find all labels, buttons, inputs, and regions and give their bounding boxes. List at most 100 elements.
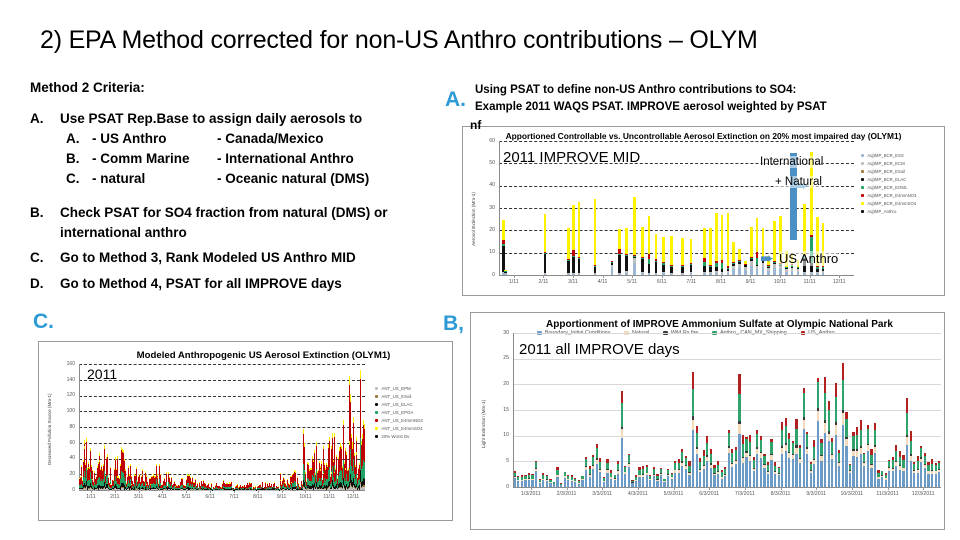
bar-segment xyxy=(930,473,934,487)
bar-segment xyxy=(902,471,905,487)
bar-segment xyxy=(777,475,780,487)
bar xyxy=(656,474,659,487)
y-axis-label: Aerosol Extinction (Mm-1) xyxy=(471,192,476,246)
bar xyxy=(574,478,577,487)
bar-segment xyxy=(501,220,505,241)
bar xyxy=(703,227,706,275)
bar-segment xyxy=(791,442,795,454)
bar-segment xyxy=(543,273,547,275)
bar-segment xyxy=(577,259,581,273)
legend-swatch xyxy=(861,177,865,182)
bar-segment xyxy=(625,272,629,275)
bar-segment xyxy=(333,437,335,466)
bar xyxy=(759,436,762,487)
bar xyxy=(709,448,712,487)
annotation-a-overflow: nf xyxy=(470,118,482,132)
bar xyxy=(674,461,677,487)
bar-segment xyxy=(732,269,736,275)
bar xyxy=(802,387,805,487)
bar xyxy=(681,238,684,275)
bar xyxy=(806,431,809,487)
criteria-item-b-marker: B. xyxy=(30,205,44,221)
bar-segment xyxy=(774,474,777,487)
x-tick-mark xyxy=(114,490,116,493)
bar-segment xyxy=(670,478,673,487)
bar-segment xyxy=(593,266,597,274)
gridline xyxy=(79,364,365,365)
bar-segment xyxy=(916,461,919,469)
bar-segment xyxy=(827,441,830,487)
criteria-subitem-c: C. - natural - Oceanic natural (DMS) xyxy=(66,169,450,189)
bar xyxy=(599,458,602,487)
bar xyxy=(567,474,570,487)
bar-segment xyxy=(767,270,771,275)
x-tick-mark xyxy=(257,490,259,493)
bar-segment xyxy=(891,471,894,487)
bar xyxy=(641,227,644,275)
bar-segment xyxy=(745,439,748,452)
bar-segment xyxy=(834,397,837,423)
bar-segment xyxy=(620,390,623,404)
bar-segment xyxy=(542,480,545,487)
bar xyxy=(930,458,934,487)
bar xyxy=(688,461,691,487)
bar-segment xyxy=(699,472,702,487)
criteria-item-c-marker: C. xyxy=(30,250,44,266)
bar-segment xyxy=(923,468,926,487)
bar-segment xyxy=(888,470,891,487)
bar xyxy=(749,435,752,487)
bar-segment xyxy=(806,453,809,487)
bar xyxy=(816,377,819,487)
legend-label: Aq|IMP_BCR_ECM xyxy=(867,161,905,166)
bar-segment xyxy=(633,262,636,275)
y-axis-line xyxy=(513,333,514,487)
bar xyxy=(593,198,597,275)
bar-segment xyxy=(695,454,698,487)
bar xyxy=(527,472,531,487)
y-axis-tick: 30 xyxy=(489,204,495,211)
bar-segment xyxy=(691,430,695,487)
bar-segment xyxy=(738,374,741,394)
criteria-subitems: A. - US Anthro - Canada/Mexico B. - Comm… xyxy=(66,129,450,190)
bar xyxy=(663,478,666,487)
chart-top-right-title: Apportioned Controllable vs. Uncontrolla… xyxy=(505,131,902,141)
bar-segment xyxy=(549,482,552,487)
chart-bottom-left-legend: ANT_US_EPM ANT_US_ESoil ANT_US_ELAC ANT_US_… xyxy=(375,386,451,442)
bar-segment xyxy=(360,379,362,439)
x-axis-tick: 1/11 xyxy=(508,279,519,285)
legend-item: ANT_US_EPOA xyxy=(375,410,451,415)
bar xyxy=(531,473,534,487)
criteria-item-b: B. Check PSAT for SO4 fraction from natu… xyxy=(30,203,450,242)
bar-segment xyxy=(618,273,621,275)
y-axis-tick: 140 xyxy=(66,376,75,383)
bar-segment xyxy=(571,204,575,251)
bar xyxy=(852,431,855,487)
y-axis-tick: 120 xyxy=(66,392,75,399)
bar-segment xyxy=(784,418,787,427)
chart-bottom-left: Modeled Anthropogenic US Aerosol Extinct… xyxy=(38,341,453,521)
gridline xyxy=(79,379,365,381)
legend-item: Aq|IMP_BCR_E4mmSO4 xyxy=(861,201,947,206)
bar-segment xyxy=(620,429,623,439)
callout-natural-label: + Natural xyxy=(775,175,822,188)
bar xyxy=(713,465,716,487)
legend-label: ANT_US_ESoil xyxy=(381,394,412,399)
criteria-subitem-c-marker: C. xyxy=(66,171,80,187)
bar-segment xyxy=(689,273,693,275)
legend-swatch xyxy=(375,410,379,415)
criteria-item-d-marker: D. xyxy=(30,276,44,291)
bar-segment xyxy=(706,442,709,456)
bar-segment xyxy=(781,430,784,447)
bar-segment xyxy=(761,267,765,275)
x-tick-mark xyxy=(602,487,604,490)
x-tick-mark xyxy=(780,275,782,278)
bar-segment xyxy=(620,438,623,487)
bar-segment xyxy=(803,204,807,256)
bar xyxy=(624,465,627,487)
bar-segment xyxy=(688,474,691,487)
chart-bottom-right-inplot-label: 2011 all IMPROVE days xyxy=(519,341,680,358)
bar-segment xyxy=(581,480,584,487)
bar xyxy=(618,229,621,275)
bar xyxy=(734,446,737,487)
bar-segment xyxy=(520,481,523,487)
